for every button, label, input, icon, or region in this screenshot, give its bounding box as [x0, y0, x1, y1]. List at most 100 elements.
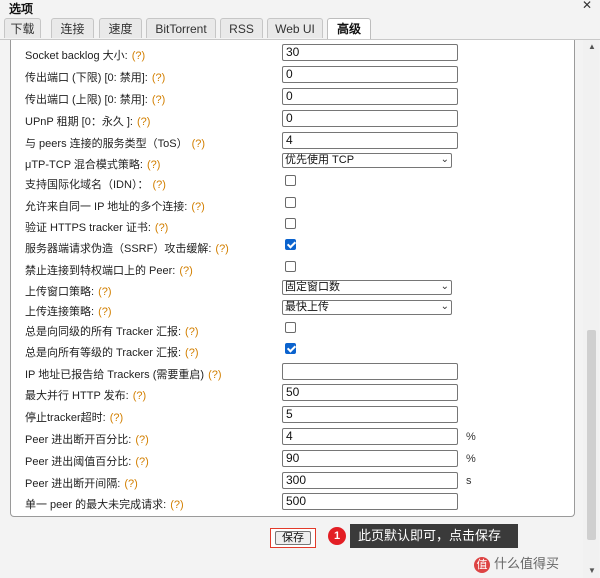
help-link[interactable]: (?) — [133, 390, 146, 402]
setting-label-text: μTP-TCP 混合模式策略: — [25, 159, 143, 171]
setting-label-text: UPnP 租期 [0：永久 ]: — [25, 116, 133, 128]
setting-row: 停止tracker超时: (?) 5 — [25, 406, 565, 426]
setting-label-text: 传出端口 (上限) [0: 禁用]: — [25, 94, 148, 106]
help-link[interactable]: (?) — [152, 179, 165, 191]
setting-label-text: Peer 进出断开百分比: — [25, 434, 132, 446]
help-link[interactable]: (?) — [179, 265, 192, 277]
setting-input[interactable]: 5 — [282, 406, 458, 423]
tab-webui[interactable]: Web UI — [267, 18, 323, 38]
save-button[interactable]: 保存 — [275, 531, 311, 545]
setting-label-text: 禁止连接到特权端口上的 Peer: — [25, 265, 176, 277]
scroll-down-icon[interactable]: ▼ — [588, 566, 596, 575]
setting-label: 总是向所有等级的 Tracker 汇报: (?) — [25, 344, 199, 360]
advanced-settings-panel: Socket backlog 大小: (?) 30 传出端口 (下限) [0: 禁用]… — [10, 40, 575, 517]
help-link[interactable]: (?) — [152, 94, 165, 106]
help-link[interactable]: (?) — [132, 50, 145, 62]
setting-label: 支持国际化域名（IDN）： (?) — [25, 176, 166, 192]
tab-speed[interactable]: 速度 — [99, 18, 142, 38]
tab-connection[interactable]: 连接 — [51, 18, 94, 38]
setting-label: 禁止连接到特权端口上的 Peer: (?) — [25, 262, 193, 278]
help-link[interactable]: (?) — [124, 478, 137, 490]
setting-input[interactable]: 0 — [282, 66, 458, 83]
setting-row: Peer 进出阈值百分比: (?) 90% — [25, 450, 565, 470]
help-link[interactable]: (?) — [170, 499, 183, 511]
setting-checkbox[interactable] — [285, 239, 296, 250]
setting-select[interactable]: 最快上传 ⌄ — [282, 300, 452, 315]
help-link[interactable]: (?) — [152, 72, 165, 84]
help-link[interactable]: (?) — [110, 412, 123, 424]
setting-input[interactable]: 0 — [282, 110, 458, 127]
close-icon[interactable]: ✕ — [580, 0, 594, 12]
setting-label-text: 总是向所有等级的 Tracker 汇报: — [25, 347, 182, 359]
setting-label-text: IP 地址已报告给 Trackers (需要重启) — [25, 369, 205, 381]
setting-checkbox[interactable] — [285, 322, 296, 333]
help-link[interactable]: (?) — [215, 243, 228, 255]
help-link[interactable]: (?) — [208, 369, 221, 381]
setting-label: 上传窗口策略: (?) — [25, 283, 112, 299]
setting-select[interactable]: 优先使用 TCP ⌄ — [282, 153, 452, 168]
setting-row: 最大并行 HTTP 发布: (?) 50 — [25, 384, 565, 404]
setting-row: Socket backlog 大小: (?) 30 — [25, 44, 565, 64]
setting-label-text: 总是向同级的所有 Tracker 汇报: — [25, 326, 182, 338]
setting-input[interactable]: 4 — [282, 428, 458, 445]
watermark-text: 什么值得买 — [494, 556, 560, 571]
setting-input[interactable]: 50 — [282, 384, 458, 401]
help-link[interactable]: (?) — [98, 286, 111, 298]
setting-label-text: 验证 HTTPS tracker 证书: — [25, 222, 151, 234]
setting-input[interactable]: 300 — [282, 472, 458, 489]
help-link[interactable]: (?) — [185, 326, 198, 338]
setting-label: 传出端口 (上限) [0: 禁用]: (?) — [25, 91, 165, 107]
watermark: 值什么值得买 — [474, 553, 559, 573]
setting-label: Peer 进出断开间隔: (?) — [25, 475, 138, 491]
window-title: 选项 — [9, 2, 34, 16]
setting-input[interactable] — [282, 363, 458, 380]
help-link[interactable]: (?) — [147, 159, 160, 171]
setting-label-text: 允许来自同一 IP 地址的多个连接: — [25, 201, 188, 213]
setting-checkbox[interactable] — [285, 218, 296, 229]
setting-checkbox[interactable] — [285, 197, 296, 208]
setting-label: IP 地址已报告给 Trackers (需要重启) (?) — [25, 366, 222, 382]
setting-label-text: 上传连接策略: — [25, 306, 95, 318]
scrollbar-thumb[interactable] — [587, 330, 596, 540]
help-link[interactable]: (?) — [185, 347, 198, 359]
tab-advanced[interactable]: 高级 — [327, 18, 371, 39]
setting-label: 停止tracker超时: (?) — [25, 409, 123, 425]
setting-input[interactable]: 90 — [282, 450, 458, 467]
setting-label: Peer 进出断开百分比: (?) — [25, 431, 149, 447]
setting-input[interactable]: 4 — [282, 132, 458, 149]
scroll-up-icon[interactable]: ▲ — [588, 42, 596, 51]
setting-select[interactable]: 固定窗口数 ⌄ — [282, 280, 452, 295]
setting-checkbox[interactable] — [285, 261, 296, 272]
tab-bittorrent[interactable]: BitTorrent — [146, 18, 216, 38]
help-link[interactable]: (?) — [191, 201, 204, 213]
select-value: 优先使用 TCP — [285, 154, 355, 166]
setting-row: 传出端口 (上限) [0: 禁用]: (?) 0 — [25, 88, 565, 108]
setting-row: UPnP 租期 [0：永久 ]: (?) 0 — [25, 110, 565, 130]
setting-label-text: Peer 进出阈值百分比: — [25, 456, 132, 468]
help-link[interactable]: (?) — [135, 456, 148, 468]
annotation-tooltip: 此页默认即可，点击保存 — [350, 524, 518, 548]
setting-input[interactable]: 30 — [282, 44, 458, 61]
tab-download[interactable]: 下载 — [4, 18, 41, 38]
help-link[interactable]: (?) — [135, 434, 148, 446]
help-link[interactable]: (?) — [155, 222, 168, 234]
help-link[interactable]: (?) — [192, 138, 205, 150]
setting-input[interactable]: 500 — [282, 493, 458, 510]
setting-row: 总是向同级的所有 Tracker 汇报: (?) — [25, 320, 565, 340]
setting-input[interactable]: 0 — [282, 88, 458, 105]
setting-row: IP 地址已报告给 Trackers (需要重启) (?) — [25, 363, 565, 383]
help-link[interactable]: (?) — [137, 116, 150, 128]
tab-rss[interactable]: RSS — [220, 18, 263, 38]
setting-row: 服务器端请求伪造（SSRF）攻击缓解: (?) — [25, 237, 565, 257]
setting-label: 与 peers 连接的服务类型（ToS） (?) — [25, 135, 205, 151]
setting-label-text: 上传窗口策略: — [25, 286, 95, 298]
window-titlebar: 选项 ✕ — [0, 0, 600, 16]
setting-row: 禁止连接到特权端口上的 Peer: (?) — [25, 259, 565, 279]
setting-label-text: Peer 进出断开间隔: — [25, 478, 121, 490]
step-badge: 1 — [328, 527, 346, 545]
setting-row: 总是向所有等级的 Tracker 汇报: (?) — [25, 341, 565, 361]
setting-checkbox[interactable] — [285, 343, 296, 354]
help-link[interactable]: (?) — [98, 306, 111, 318]
setting-checkbox[interactable] — [285, 175, 296, 186]
setting-label: Peer 进出阈值百分比: (?) — [25, 453, 149, 469]
